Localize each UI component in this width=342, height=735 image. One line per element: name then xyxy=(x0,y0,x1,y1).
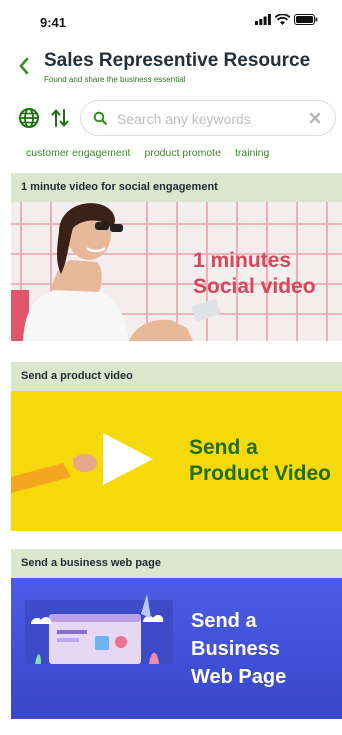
page-header: Sales Representive Resource Found and sh… xyxy=(0,44,342,94)
banner-title-line1: Send a xyxy=(191,610,257,632)
section-header: 1 minute video for social engagement xyxy=(11,173,342,202)
status-icons xyxy=(255,14,318,25)
banner-title-line2: Social video xyxy=(193,275,316,298)
section-product-video[interactable]: Send a product video Send a Product Vide… xyxy=(11,362,342,531)
status-time: 9:41 xyxy=(40,15,67,30)
banner-title-line1: 1 minutes xyxy=(193,249,292,272)
wifi-icon xyxy=(275,14,290,25)
sort-button[interactable] xyxy=(51,108,69,133)
back-button[interactable] xyxy=(18,56,30,81)
search-bar[interactable] xyxy=(80,100,336,136)
banner-title-line2: Business xyxy=(191,638,280,660)
battery-icon xyxy=(294,14,318,25)
search-icon xyxy=(93,111,107,125)
banner-title-line1: Send a xyxy=(189,436,258,459)
social-video-banner[interactable]: 1 minutes Social video xyxy=(11,202,342,341)
web-page-illustration xyxy=(25,594,173,664)
section-business-web-page[interactable]: Send a business web page Send a Business… xyxy=(11,549,342,719)
page-title: Sales Representive Resource xyxy=(44,50,311,71)
tag-chip-training[interactable]: training xyxy=(235,147,269,159)
clear-icon[interactable] xyxy=(309,112,321,124)
banner-title-line2: Product Video xyxy=(189,462,331,485)
back-chevron-icon xyxy=(19,57,29,75)
page-subtitle: Found and share the business essential xyxy=(44,75,186,84)
signal-icon xyxy=(255,14,271,25)
business-web-page-banner[interactable]: Send a Business Web Page xyxy=(11,578,342,719)
banner-title-line3: Web Page xyxy=(191,666,287,688)
section-header: Send a business web page xyxy=(11,549,342,578)
section-social-video[interactable]: 1 minute video for social engagement 1 m… xyxy=(11,173,342,341)
status-bar: 9:41 xyxy=(0,0,342,40)
section-header: Send a product video xyxy=(11,362,342,391)
tag-chip-customer-engagement[interactable]: customer engagement xyxy=(26,147,130,159)
tag-chip-product-promote[interactable]: product promote xyxy=(144,147,220,159)
language-button[interactable] xyxy=(18,107,40,134)
search-input[interactable] xyxy=(115,107,299,131)
tag-chips: customer engagement product promote trai… xyxy=(26,147,269,159)
product-video-banner[interactable]: Send a Product Video xyxy=(11,391,342,531)
sort-icon xyxy=(51,109,69,127)
toolbar xyxy=(0,100,342,140)
globe-icon xyxy=(19,108,39,128)
